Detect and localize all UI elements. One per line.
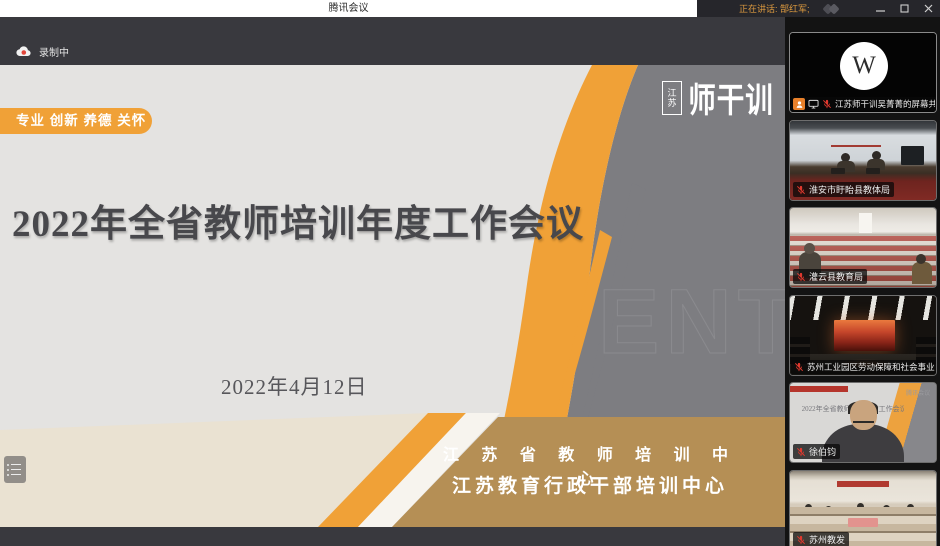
tencent-meeting-logo-icon [822, 3, 842, 15]
participant-name: 淮安市盱眙县教体局 [809, 183, 890, 196]
screen-share-icon [807, 98, 819, 110]
participant-label-bar: 徐伯钧 [793, 444, 840, 459]
participant-name: 江苏师干训吴菁菁的屏幕共享 [835, 98, 935, 110]
app-title: 腾讯会议 [0, 0, 697, 17]
minimize-button[interactable] [868, 0, 892, 17]
video-thumbnail[interactable]: 苏州教发 [789, 470, 937, 546]
shared-screen-slide: ENT 专业 创新 养德 关怀 江苏 师干训 2022年全省教师培训年度工作会议… [0, 65, 785, 527]
video-thumbnail[interactable]: 苏州工业园区劳动保障和社会事业局 [789, 295, 937, 376]
window-controls [868, 0, 940, 17]
participant-video-sidebar: W 江苏师干训吴菁菁的屏幕共享 [785, 17, 940, 546]
list-handle-icon [7, 464, 26, 466]
logo-name-text: 师干训 [688, 73, 774, 123]
mic-muted-icon [795, 184, 807, 196]
window-titlebar: 腾讯会议 正在讲话: 郜红军; [0, 0, 940, 17]
tencent-meeting-window: 腾讯会议 正在讲话: 郜红军; 录制中 [0, 0, 940, 546]
participant-label-bar: 淮安市盱眙县教体局 [793, 182, 894, 197]
participant-name: 灌云县教育局 [809, 270, 863, 283]
recording-indicator: 录制中 [16, 44, 69, 59]
close-button[interactable] [916, 0, 940, 17]
video-thumbnail[interactable]: 淮安市盱眙县教体局 [789, 120, 937, 201]
recording-label: 录制中 [39, 44, 69, 59]
presenter-person-icon [793, 98, 805, 110]
mic-muted-icon [795, 534, 807, 546]
slide-watermark: ENT [598, 271, 785, 373]
cloud-recording-icon [16, 46, 32, 57]
video-thumbnail[interactable]: 2022年全省教师培训年度工作会议 腾讯会议 徐伯钧 [789, 382, 937, 463]
minimize-icon [876, 4, 885, 13]
speaking-status-text: 正在讲话: 郜红军; [697, 2, 810, 15]
video-watermark: 腾讯会议 [906, 388, 930, 397]
mic-muted-icon [795, 446, 807, 458]
maximize-button[interactable] [892, 0, 916, 17]
slide-title: 2022年全省教师培训年度工作会议 [12, 193, 732, 247]
slide-date: 2022年4月12日 [221, 371, 368, 401]
mic-muted-icon [821, 98, 833, 110]
org-line-2: 江苏教育行政干部培训中心 [430, 471, 750, 498]
speaking-status-panel: 正在讲话: 郜红军; [697, 0, 940, 17]
participant-name: 苏州教发 [809, 533, 845, 546]
slide-motto-badge: 专业 创新 养德 关怀 [0, 108, 152, 134]
video-thumbnail-screen-share[interactable]: W 江苏师干训吴菁菁的屏幕共享 [789, 32, 937, 113]
participant-label-bar: 灌云县教育局 [793, 269, 867, 284]
close-icon [924, 4, 933, 13]
video-thumbnail[interactable]: 灌云县教育局 [789, 207, 937, 288]
participant-name: 徐伯钧 [809, 445, 836, 458]
participant-label-bar: 江苏师干训吴菁菁的屏幕共享 [791, 97, 937, 111]
participant-label-bar: 苏州教发 [793, 532, 849, 546]
shiganxun-logo: 江苏 师干训 [662, 77, 776, 119]
logo-region-box: 江苏 [662, 81, 682, 115]
participant-name: 苏州工业园区劳动保障和社会事业局 [807, 361, 935, 373]
mic-muted-icon [795, 271, 807, 283]
side-toolbar-handle[interactable] [4, 456, 26, 483]
document-avatar: W [840, 42, 888, 90]
mic-muted-icon [793, 361, 805, 373]
participant-label-bar: 苏州工业园区劳动保障和社会事业局 [791, 360, 937, 374]
maximize-icon [900, 4, 909, 13]
